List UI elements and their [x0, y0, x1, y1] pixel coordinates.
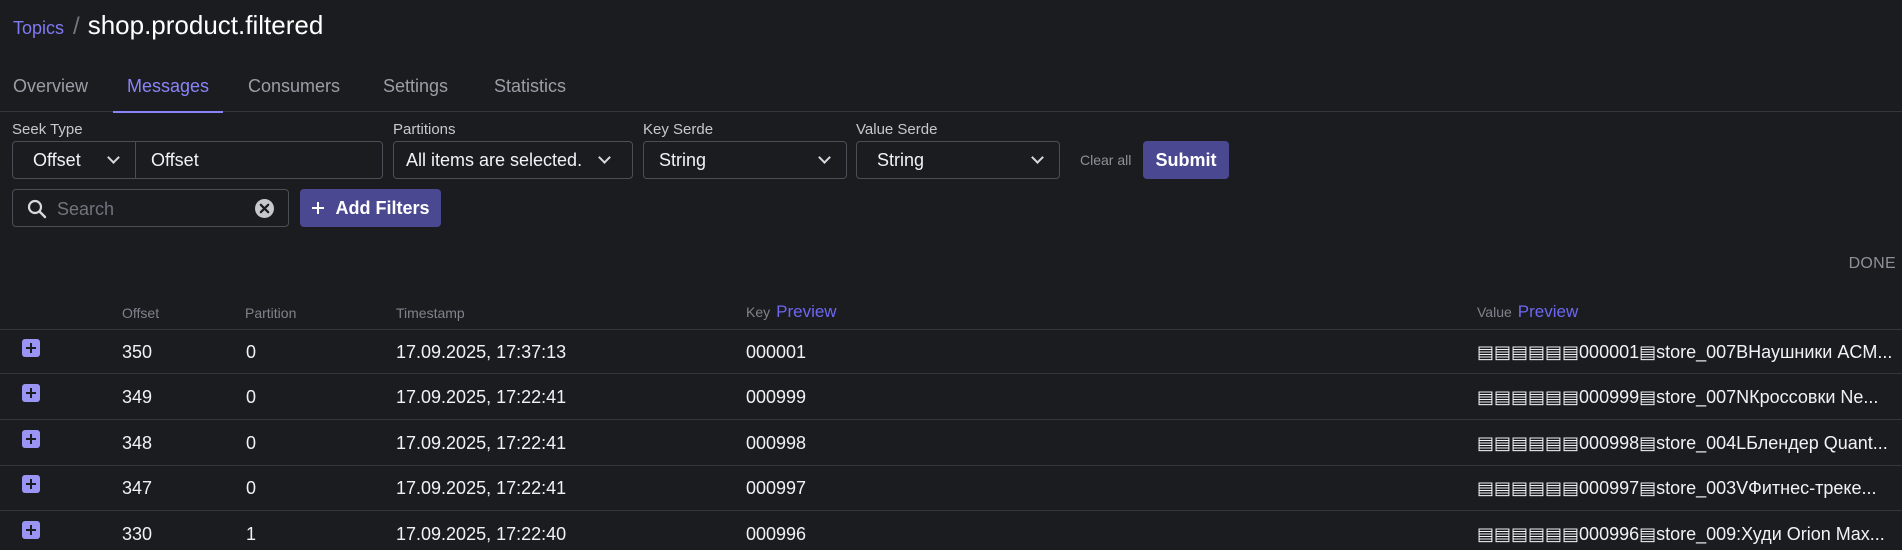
table-row: 349 0 17.09.2025, 17:22:41 000999 ▤▤▤▤▤▤…	[0, 375, 1902, 420]
clear-search-icon[interactable]	[254, 198, 275, 219]
value-serde-value: String	[877, 149, 925, 170]
chevron-down-icon	[107, 151, 120, 164]
table-row: 348 0 17.09.2025, 17:22:41 000998 ▤▤▤▤▤▤…	[0, 421, 1902, 466]
breadcrumb: Topics / shop.product.filtered	[13, 10, 323, 41]
table-row: 350 0 17.09.2025, 17:37:13 000001 ▤▤▤▤▤▤…	[0, 329, 1902, 374]
plus-icon	[312, 202, 325, 214]
cell-value: ▤▤▤▤▤▤000001▤store_007BНаушники ACM...	[1477, 342, 1893, 362]
submit-button[interactable]: Submit	[1143, 141, 1229, 179]
offset-input[interactable]: Offset	[135, 141, 383, 179]
cell-key: 000997	[746, 478, 807, 498]
chevron-down-icon	[1031, 151, 1044, 164]
value-serde-select[interactable]: String	[856, 141, 1060, 179]
add-filters-label: Add Filters	[335, 197, 430, 218]
tab-statistics[interactable]: Statistics	[494, 76, 566, 112]
search-icon	[27, 199, 47, 219]
cell-partition: 0	[246, 433, 257, 453]
tab-messages[interactable]: Messages	[112, 76, 224, 113]
value-preview-link[interactable]: Preview	[1518, 302, 1578, 321]
expand-row-icon[interactable]	[22, 339, 40, 357]
seek-type-value: Offset	[33, 149, 81, 170]
partitions-label: Partitions	[393, 121, 456, 138]
cell-value: ▤▤▤▤▤▤000999▤store_007NКроссовки Ne...	[1477, 387, 1879, 407]
key-serde-select[interactable]: String	[643, 141, 847, 179]
cell-key: 000998	[746, 433, 807, 453]
header-value-label: Value	[1477, 304, 1512, 320]
chevron-down-icon	[818, 151, 831, 164]
partitions-select[interactable]: All items are selected.	[393, 141, 633, 179]
cell-offset: 348	[122, 433, 153, 453]
header-partition: Partition	[245, 305, 297, 321]
table-row: 330 1 17.09.2025, 17:22:40 000996 ▤▤▤▤▤▤…	[0, 512, 1902, 550]
header-offset: Offset	[122, 305, 160, 321]
cell-timestamp: 17.09.2025, 17:22:41	[396, 478, 567, 498]
cell-value: ▤▤▤▤▤▤000996▤store_009:Худи Orion Max...	[1477, 524, 1885, 544]
key-serde-value: String	[659, 149, 707, 170]
expand-row-icon[interactable]	[22, 475, 40, 493]
status-text: DONE	[1848, 255, 1896, 272]
seek-type-label: Seek Type	[12, 121, 83, 138]
tab-consumers[interactable]: Consumers	[248, 76, 340, 112]
header-timestamp: Timestamp	[396, 305, 465, 321]
tab-overview[interactable]: Overview	[13, 76, 88, 112]
header-key-label: Key	[746, 304, 771, 320]
cell-partition: 0	[246, 478, 257, 498]
chevron-down-icon	[598, 151, 611, 164]
clear-all-button[interactable]: Clear all	[1080, 152, 1131, 168]
expand-row-icon[interactable]	[22, 384, 40, 402]
header-key: Key Preview	[746, 302, 837, 322]
cell-timestamp: 17.09.2025, 17:22:40	[396, 524, 567, 544]
cell-timestamp: 17.09.2025, 17:37:13	[396, 342, 567, 362]
cell-offset: 330	[122, 524, 153, 544]
expand-row-icon[interactable]	[22, 430, 40, 448]
search-input[interactable]: Search	[12, 189, 289, 227]
page-title: shop.product.filtered	[87, 10, 324, 40]
cell-offset: 349	[122, 387, 153, 407]
cell-key: 000996	[746, 524, 807, 544]
cell-partition: 1	[246, 524, 257, 544]
breadcrumb-separator: /	[73, 13, 80, 40]
tab-settings[interactable]: Settings	[383, 76, 448, 112]
cell-value: ▤▤▤▤▤▤000997▤store_003VФитнес-треке...	[1477, 478, 1877, 498]
table-row: 347 0 17.09.2025, 17:22:41 000997 ▤▤▤▤▤▤…	[0, 466, 1902, 511]
seek-type-select[interactable]: Offset	[12, 141, 136, 179]
cell-timestamp: 17.09.2025, 17:22:41	[396, 433, 567, 453]
header-value: Value Preview	[1477, 302, 1578, 322]
offset-input-value: Offset	[151, 149, 199, 170]
key-serde-label: Key Serde	[643, 121, 714, 138]
breadcrumb-topics-link[interactable]: Topics	[13, 18, 64, 39]
value-serde-label: Value Serde	[856, 121, 938, 138]
cell-offset: 350	[122, 342, 153, 362]
cell-key: 000001	[746, 342, 807, 362]
cell-value: ▤▤▤▤▤▤000998▤store_004LБлендер Quant...	[1477, 433, 1888, 453]
expand-row-icon[interactable]	[22, 521, 40, 539]
partitions-value: All items are selected.	[406, 149, 583, 170]
cell-key: 000999	[746, 387, 807, 407]
add-filters-button[interactable]: Add Filters	[300, 189, 441, 227]
tab-bar: Overview Messages Consumers Settings Sta…	[0, 64, 1902, 113]
cell-partition: 0	[246, 342, 257, 362]
key-preview-link[interactable]: Preview	[776, 302, 836, 321]
cell-timestamp: 17.09.2025, 17:22:41	[396, 387, 567, 407]
cell-partition: 0	[246, 387, 257, 407]
search-placeholder: Search	[57, 199, 115, 219]
cell-offset: 347	[122, 478, 153, 498]
